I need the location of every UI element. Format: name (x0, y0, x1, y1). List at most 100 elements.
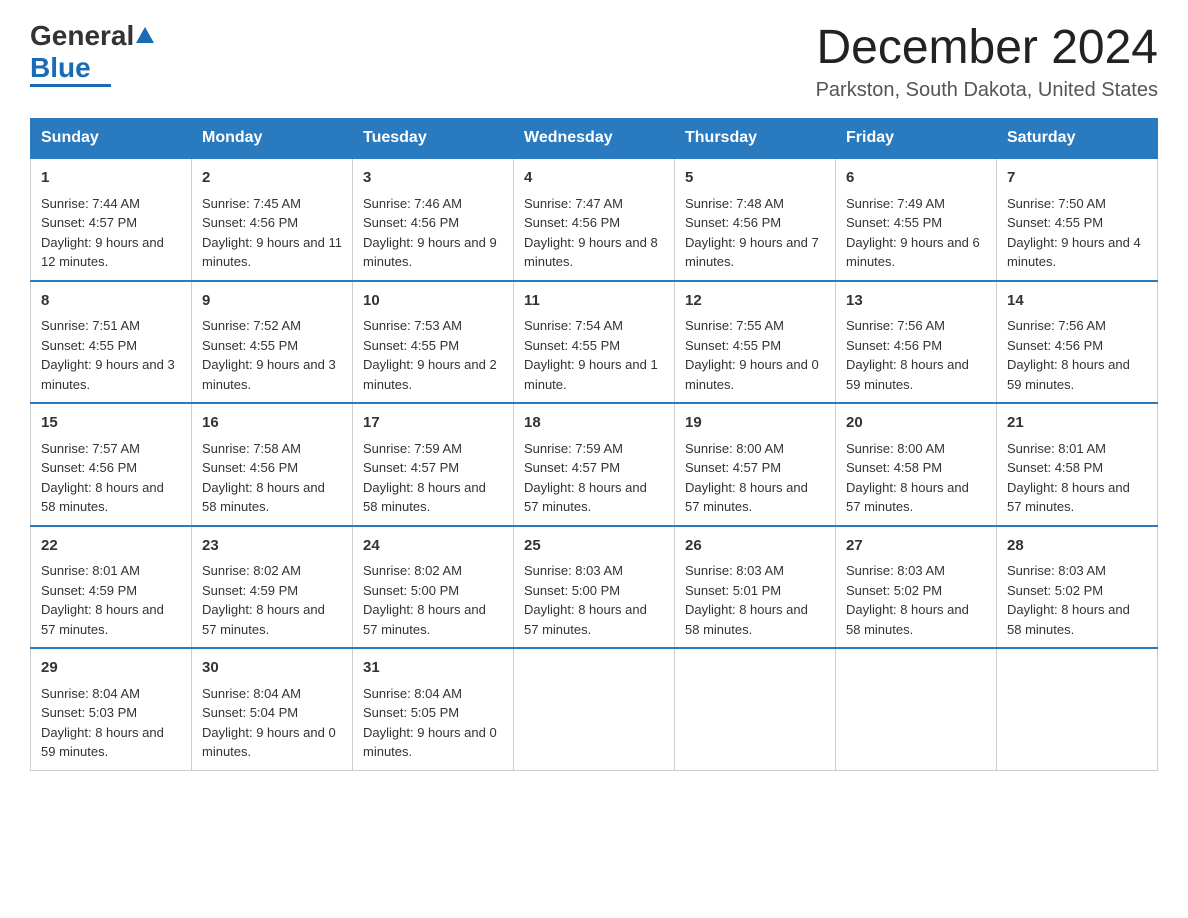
header-friday: Friday (836, 119, 997, 159)
header-thursday: Thursday (675, 119, 836, 159)
location-subtitle: Parkston, South Dakota, United States (816, 79, 1158, 102)
day-info: Sunrise: 8:03 AMSunset: 5:02 PMDaylight:… (846, 563, 969, 637)
day-info: Sunrise: 8:04 AMSunset: 5:04 PMDaylight:… (202, 686, 336, 760)
calendar-week-row: 15 Sunrise: 7:57 AMSunset: 4:56 PMDayligh… (31, 403, 1158, 526)
calendar-cell: 17Sunrise: 7:59 AMSunset: 4:57 PMDayligh… (353, 403, 514, 526)
day-info: Sunrise: 8:00 AMSunset: 4:57 PMDaylight:… (685, 441, 808, 515)
day-info: Sunrise: 7:57 AMSunset: 4:56 PMDaylight:… (41, 441, 164, 515)
calendar-cell: 12 Sunrise: 7:55 AMSunset: 4:55 PMDayligh… (675, 281, 836, 404)
day-info: Sunrise: 7:51 AMSunset: 4:55 PMDaylight:… (41, 318, 175, 392)
calendar-cell: 20 Sunrise: 8:00 AMSunset: 4:58 PMDayligh… (836, 403, 997, 526)
day-number: 26 (685, 535, 825, 558)
day-info: Sunrise: 8:04 AMSunset: 5:05 PMDaylight:… (363, 686, 497, 760)
day-number: 4 (524, 167, 664, 190)
header-tuesday: Tuesday (353, 119, 514, 159)
day-number: 20 (846, 412, 986, 435)
day-number: 22 (41, 535, 181, 558)
calendar-cell: 18 Sunrise: 7:59 AMSunset: 4:57 PMDayligh… (514, 403, 675, 526)
calendar-cell (836, 648, 997, 770)
calendar-cell: 15 Sunrise: 7:57 AMSunset: 4:56 PMDayligh… (31, 403, 192, 526)
calendar-cell: 29 Sunrise: 8:04 AMSunset: 5:03 PMDayligh… (31, 648, 192, 770)
day-number: 12 (685, 290, 825, 313)
calendar-cell: 22 Sunrise: 8:01 AMSunset: 4:59 PMDayligh… (31, 526, 192, 649)
day-number: 28 (1007, 535, 1147, 558)
day-number: 21 (1007, 412, 1147, 435)
calendar-cell: 13Sunrise: 7:56 AMSunset: 4:56 PMDayligh… (836, 281, 997, 404)
calendar-cell: 3 Sunrise: 7:46 AMSunset: 4:56 PMDaylight… (353, 158, 514, 281)
day-number: 31 (363, 657, 503, 680)
day-number: 9 (202, 290, 342, 313)
day-number: 17 (363, 412, 503, 435)
calendar-cell: 25 Sunrise: 8:03 AMSunset: 5:00 PMDayligh… (514, 526, 675, 649)
day-number: 2 (202, 167, 342, 190)
calendar-cell: 28Sunrise: 8:03 AMSunset: 5:02 PMDayligh… (997, 526, 1158, 649)
day-info: Sunrise: 8:01 AMSunset: 4:59 PMDaylight:… (41, 563, 164, 637)
day-number: 14 (1007, 290, 1147, 313)
calendar-cell: 2Sunrise: 7:45 AMSunset: 4:56 PMDaylight… (192, 158, 353, 281)
day-info: Sunrise: 7:47 AMSunset: 4:56 PMDaylight:… (524, 196, 658, 270)
calendar-cell: 4 Sunrise: 7:47 AMSunset: 4:56 PMDaylight… (514, 158, 675, 281)
calendar-cell: 23 Sunrise: 8:02 AMSunset: 4:59 PMDayligh… (192, 526, 353, 649)
day-info: Sunrise: 8:01 AMSunset: 4:58 PMDaylight:… (1007, 441, 1130, 515)
day-info: Sunrise: 7:53 AMSunset: 4:55 PMDaylight:… (363, 318, 497, 392)
calendar-cell: 5 Sunrise: 7:48 AMSunset: 4:56 PMDaylight… (675, 158, 836, 281)
day-number: 8 (41, 290, 181, 313)
header-sunday: Sunday (31, 119, 192, 159)
page-header: General Blue December 2024 Parkston, Sou… (30, 20, 1158, 102)
day-info: Sunrise: 7:58 AMSunset: 4:56 PMDaylight:… (202, 441, 325, 515)
calendar-cell: 19 Sunrise: 8:00 AMSunset: 4:57 PMDayligh… (675, 403, 836, 526)
day-number: 3 (363, 167, 503, 190)
day-number: 10 (363, 290, 503, 313)
calendar-cell: 10 Sunrise: 7:53 AMSunset: 4:55 PMDayligh… (353, 281, 514, 404)
day-info: Sunrise: 8:03 AMSunset: 5:01 PMDaylight:… (685, 563, 808, 637)
logo: General Blue (30, 20, 154, 87)
day-number: 6 (846, 167, 986, 190)
calendar-week-row: 22 Sunrise: 8:01 AMSunset: 4:59 PMDayligh… (31, 526, 1158, 649)
day-number: 29 (41, 657, 181, 680)
calendar-header-row: SundayMondayTuesdayWednesdayThursdayFrid… (31, 119, 1158, 159)
calendar-cell: 31 Sunrise: 8:04 AMSunset: 5:05 PMDayligh… (353, 648, 514, 770)
calendar-cell: 27Sunrise: 8:03 AMSunset: 5:02 PMDayligh… (836, 526, 997, 649)
calendar-week-row: 1 Sunrise: 7:44 AMSunset: 4:57 PMDaylight… (31, 158, 1158, 281)
day-number: 25 (524, 535, 664, 558)
day-info: Sunrise: 7:44 AMSunset: 4:57 PMDaylight:… (41, 196, 164, 270)
calendar-cell: 9Sunrise: 7:52 AMSunset: 4:55 PMDaylight… (192, 281, 353, 404)
calendar-table: SundayMondayTuesdayWednesdayThursdayFrid… (30, 118, 1158, 771)
day-number: 1 (41, 167, 181, 190)
day-number: 19 (685, 412, 825, 435)
logo-general-text: General (30, 20, 134, 52)
calendar-cell: 26 Sunrise: 8:03 AMSunset: 5:01 PMDayligh… (675, 526, 836, 649)
day-number: 16 (202, 412, 342, 435)
day-number: 5 (685, 167, 825, 190)
calendar-cell: 8 Sunrise: 7:51 AMSunset: 4:55 PMDaylight… (31, 281, 192, 404)
day-info: Sunrise: 8:04 AMSunset: 5:03 PMDaylight:… (41, 686, 164, 760)
calendar-week-row: 8 Sunrise: 7:51 AMSunset: 4:55 PMDaylight… (31, 281, 1158, 404)
day-number: 7 (1007, 167, 1147, 190)
logo-triangle-icon (136, 27, 154, 48)
day-info: Sunrise: 7:46 AMSunset: 4:56 PMDaylight:… (363, 196, 497, 270)
month-year-title: December 2024 (816, 20, 1158, 75)
day-info: Sunrise: 7:55 AMSunset: 4:55 PMDaylight:… (685, 318, 819, 392)
day-info: Sunrise: 8:02 AMSunset: 5:00 PMDaylight:… (363, 563, 486, 637)
day-number: 15 (41, 412, 181, 435)
day-info: Sunrise: 7:59 AMSunset: 4:57 PMDaylight:… (524, 441, 647, 515)
header-monday: Monday (192, 119, 353, 159)
day-info: Sunrise: 8:03 AMSunset: 5:00 PMDaylight:… (524, 563, 647, 637)
calendar-cell: 14 Sunrise: 7:56 AMSunset: 4:56 PMDayligh… (997, 281, 1158, 404)
calendar-cell: 16 Sunrise: 7:58 AMSunset: 4:56 PMDayligh… (192, 403, 353, 526)
day-info: Sunrise: 8:00 AMSunset: 4:58 PMDaylight:… (846, 441, 969, 515)
day-number: 23 (202, 535, 342, 558)
calendar-cell: 30Sunrise: 8:04 AMSunset: 5:04 PMDayligh… (192, 648, 353, 770)
calendar-cell (675, 648, 836, 770)
title-area: December 2024 Parkston, South Dakota, Un… (816, 20, 1158, 102)
calendar-week-row: 29 Sunrise: 8:04 AMSunset: 5:03 PMDayligh… (31, 648, 1158, 770)
day-info: Sunrise: 8:02 AMSunset: 4:59 PMDaylight:… (202, 563, 325, 637)
calendar-cell: 6Sunrise: 7:49 AMSunset: 4:55 PMDaylight… (836, 158, 997, 281)
day-info: Sunrise: 7:54 AMSunset: 4:55 PMDaylight:… (524, 318, 658, 392)
day-number: 11 (524, 290, 664, 313)
day-info: Sunrise: 7:56 AMSunset: 4:56 PMDaylight:… (1007, 318, 1130, 392)
day-info: Sunrise: 7:48 AMSunset: 4:56 PMDaylight:… (685, 196, 819, 270)
day-number: 13 (846, 290, 986, 313)
day-number: 18 (524, 412, 664, 435)
header-saturday: Saturday (997, 119, 1158, 159)
